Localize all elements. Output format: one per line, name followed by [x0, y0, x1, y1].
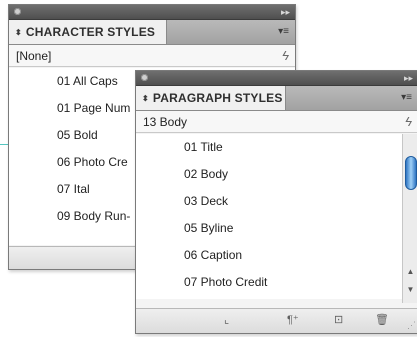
list-item[interactable]: 07 Photo Credit: [136, 269, 402, 296]
list-item[interactable]: 06 Caption: [136, 242, 402, 269]
panel-titlebar[interactable]: ▸▸: [136, 71, 417, 86]
panel-menu-icon[interactable]: ▾≡: [401, 92, 412, 103]
paragraph-style-list: 01 Title 02 Body 03 Deck 05 Byline 06 Ca…: [136, 134, 402, 299]
paragraph-styles-panel: ▸▸ ⬍ PARAGRAPH STYLES ▾≡ 13 Body ϟ 01 Ti…: [135, 70, 417, 334]
expand-toggle-icon[interactable]: ⬍: [142, 94, 149, 103]
collapse-icon[interactable]: ▸▸: [404, 72, 413, 84]
list-item[interactable]: 05 Byline: [136, 215, 402, 242]
clear-overrides-icon[interactable]: ⌞: [224, 313, 229, 327]
panel-footer: ⌞ ¶⁺ ⊡ 🗑 ⋰: [136, 308, 417, 333]
vertical-scrollbar[interactable]: ▲ ▼: [402, 134, 417, 303]
scroll-up-arrow-icon[interactable]: ▲: [405, 266, 416, 277]
tab-label: PARAGRAPH STYLES: [152, 91, 283, 105]
scroll-thumb[interactable]: [405, 156, 417, 190]
tab-paragraph-styles[interactable]: ⬍ PARAGRAPH STYLES: [136, 86, 286, 110]
trash-icon[interactable]: 🗑: [375, 313, 389, 327]
list-item[interactable]: 02 Body: [136, 161, 402, 188]
lightning-icon[interactable]: ϟ: [405, 114, 412, 129]
expand-toggle-icon[interactable]: ⬍: [15, 28, 22, 37]
close-panel-icon[interactable]: [141, 74, 148, 81]
current-style-label: 13 Body: [143, 114, 188, 129]
resize-grip-icon[interactable]: ⋰: [407, 320, 416, 331]
new-style-icon[interactable]: ⊡: [334, 313, 343, 327]
panel-menu-icon[interactable]: ▾≡: [278, 26, 289, 37]
panel-tab-row: ⬍ PARAGRAPH STYLES ▾≡: [136, 86, 417, 111]
panel-tab-row: ⬍ CHARACTER STYLES ▾≡: [9, 20, 295, 45]
panel-titlebar[interactable]: ▸▸: [9, 5, 295, 20]
lightning-icon[interactable]: ϟ: [282, 48, 289, 63]
tab-character-styles[interactable]: ⬍ CHARACTER STYLES: [9, 20, 167, 44]
new-style-group-icon[interactable]: ¶⁺: [287, 313, 299, 327]
current-style-row: [None] ϟ: [9, 45, 295, 67]
close-panel-icon[interactable]: [14, 8, 21, 15]
tab-label: CHARACTER STYLES: [25, 25, 156, 39]
list-item[interactable]: 01 Title: [136, 134, 402, 161]
current-style-label: [None]: [16, 48, 52, 63]
current-style-row: 13 Body ϟ: [136, 111, 417, 133]
list-item[interactable]: 03 Deck: [136, 188, 402, 215]
scroll-down-arrow-icon[interactable]: ▼: [405, 284, 416, 295]
collapse-icon[interactable]: ▸▸: [281, 6, 290, 18]
indesign-workspace: ▸▸ ⬍ CHARACTER STYLES ▾≡ [None] ϟ 01 All…: [0, 0, 417, 337]
